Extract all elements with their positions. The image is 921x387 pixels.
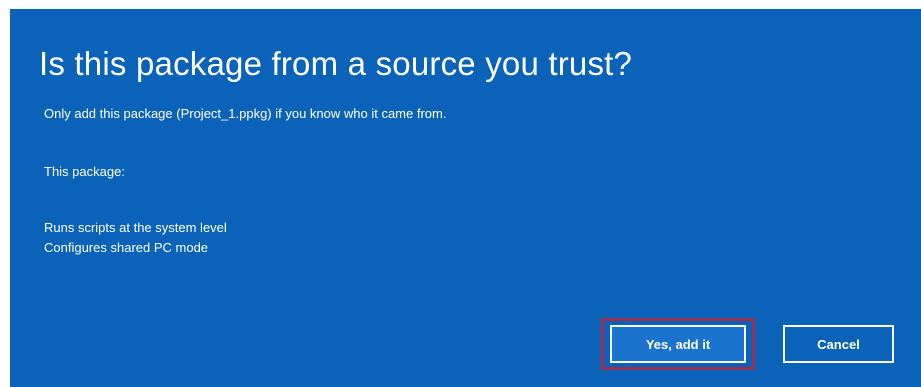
cancel-button[interactable]: Cancel: [783, 325, 894, 363]
package-section-label: This package:: [44, 164, 125, 179]
trust-package-dialog: Is this package from a source you trust?…: [10, 9, 921, 387]
dialog-button-bar: Yes, add it Cancel: [601, 318, 921, 370]
yes-add-it-button[interactable]: Yes, add it: [610, 325, 746, 363]
capability-item: Runs scripts at the system level: [44, 220, 227, 235]
dialog-title: Is this package from a source you trust?: [39, 45, 633, 82]
package-capabilities-list: Runs scripts at the system level Configu…: [44, 218, 227, 258]
capability-item: Configures shared PC mode: [44, 240, 209, 255]
screenshot-frame: Is this package from a source you trust?…: [0, 0, 921, 387]
dialog-subtitle: Only add this package (Project_1.ppkg) i…: [44, 106, 447, 121]
